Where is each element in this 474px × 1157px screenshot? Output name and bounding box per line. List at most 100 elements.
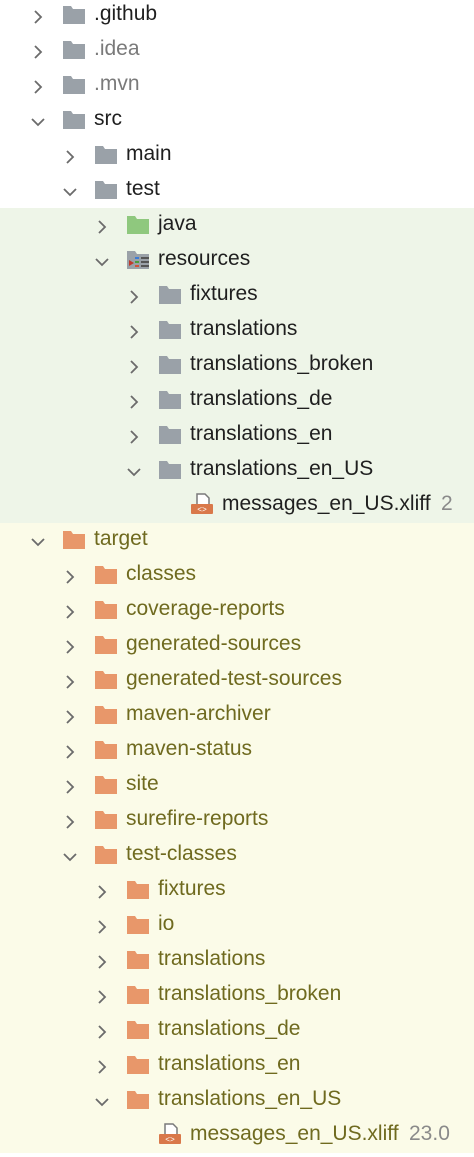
tree-folder-mvn[interactable]: .mvn xyxy=(0,68,474,103)
tree-folder-github[interactable]: .github xyxy=(0,0,474,33)
chevron-right-icon[interactable] xyxy=(126,322,142,339)
chevron-right-icon[interactable] xyxy=(62,812,78,829)
chevron-down-icon[interactable] xyxy=(126,462,142,478)
tree-folder-io[interactable]: io xyxy=(0,908,474,943)
chevron-right-icon[interactable] xyxy=(62,707,78,724)
excluded-folder-icon xyxy=(126,878,150,900)
chevron-right-icon[interactable] xyxy=(126,427,142,444)
tree-item-label: translations_en_US xyxy=(190,457,374,480)
tree-folder-generated-test-sources[interactable]: generated-test-sources xyxy=(0,663,474,698)
chevron-right-icon[interactable] xyxy=(62,637,78,654)
chevron-right-icon[interactable] xyxy=(62,742,78,759)
tree-folder-src[interactable]: src xyxy=(0,103,474,138)
tree-folder-target[interactable]: target xyxy=(0,523,474,558)
tree-folder-translations-de[interactable]: translations_de xyxy=(0,383,474,418)
test-source-folder-icon xyxy=(126,213,150,235)
tree-folder-coverage-reports[interactable]: coverage-reports xyxy=(0,593,474,628)
chevron-down-icon[interactable] xyxy=(30,532,46,548)
excluded-folder-icon xyxy=(126,983,150,1005)
tree-folder-translations-en-us[interactable]: translations_en_US xyxy=(0,453,474,488)
chevron-right-icon[interactable] xyxy=(30,42,46,59)
tree-folder-translations-en[interactable]: translations_en xyxy=(0,1048,474,1083)
excluded-folder-icon xyxy=(94,703,118,725)
chevron-right-icon[interactable] xyxy=(126,287,142,304)
tree-item-label: messages_en_US.xliff xyxy=(222,492,431,515)
tree-item-label: .idea xyxy=(94,37,140,60)
excluded-folder-icon xyxy=(126,1088,150,1110)
chevron-right-icon[interactable] xyxy=(94,917,110,934)
tree-folder-main[interactable]: main xyxy=(0,138,474,173)
tree-folder-test[interactable]: test xyxy=(0,173,474,208)
chevron-down-icon[interactable] xyxy=(62,182,78,198)
tree-folder-translations[interactable]: translations xyxy=(0,943,474,978)
folder-icon xyxy=(94,178,118,200)
tree-file-messages-en-us-xliff[interactable]: <> messages_en_US.xliff 23.0 xyxy=(0,1118,474,1153)
resources-folder-icon xyxy=(126,248,150,270)
tree-folder-maven-status[interactable]: maven-status xyxy=(0,733,474,768)
tree-item-label: translations_broken xyxy=(158,982,342,1005)
svg-text:<>: <> xyxy=(165,1136,175,1145)
chevron-right-icon[interactable] xyxy=(62,672,78,689)
tree-item-label: messages_en_US.xliff xyxy=(190,1122,399,1145)
chevron-right-icon[interactable] xyxy=(94,987,110,1004)
tree-folder-translations-en-us[interactable]: translations_en_US xyxy=(0,1083,474,1118)
tree-item-label: fixtures xyxy=(158,877,226,900)
chevron-right-icon[interactable] xyxy=(94,1022,110,1039)
tree-folder-java[interactable]: java xyxy=(0,208,474,243)
excluded-folder-icon xyxy=(126,1053,150,1075)
tree-folder-translations-broken[interactable]: translations_broken xyxy=(0,978,474,1013)
tree-folder-translations-broken[interactable]: translations_broken xyxy=(0,348,474,383)
file-info: 23.0 xyxy=(409,1122,450,1145)
tree-folder-translations-en[interactable]: translations_en xyxy=(0,418,474,453)
tree-item-label: generated-test-sources xyxy=(126,667,342,690)
folder-icon xyxy=(62,108,86,130)
folder-icon xyxy=(158,318,182,340)
tree-folder-maven-archiver[interactable]: maven-archiver xyxy=(0,698,474,733)
tree-item-label: translations_de xyxy=(158,1017,301,1040)
chevron-right-icon[interactable] xyxy=(126,357,142,374)
tree-item-label: io xyxy=(158,912,175,935)
chevron-down-icon[interactable] xyxy=(94,252,110,268)
tree-item-label: translations_de xyxy=(190,387,333,410)
svg-text:<>: <> xyxy=(197,506,207,515)
folder-icon xyxy=(94,143,118,165)
chevron-right-icon[interactable] xyxy=(62,777,78,794)
chevron-down-icon[interactable] xyxy=(94,1092,110,1108)
chevron-right-icon[interactable] xyxy=(94,882,110,899)
tree-item-label: site xyxy=(126,772,159,795)
chevron-down-icon[interactable] xyxy=(30,112,46,128)
tree-folder-translations-de[interactable]: translations_de xyxy=(0,1013,474,1048)
excluded-folder-icon xyxy=(94,668,118,690)
tree-folder-fixtures[interactable]: fixtures xyxy=(0,873,474,908)
tree-folder-test-classes[interactable]: test-classes xyxy=(0,838,474,873)
tree-file-messages-en-us-xliff[interactable]: <> messages_en_US.xliff 2 xyxy=(0,488,474,523)
tree-folder-fixtures[interactable]: fixtures xyxy=(0,278,474,313)
tree-item-label: maven-archiver xyxy=(126,702,271,725)
tree-folder-site[interactable]: site xyxy=(0,768,474,803)
excluded-folder-icon xyxy=(126,948,150,970)
tree-folder-idea[interactable]: .idea xyxy=(0,33,474,68)
chevron-right-icon[interactable] xyxy=(94,217,110,234)
xliff-file-icon: <> xyxy=(190,493,214,515)
chevron-right-icon[interactable] xyxy=(94,1057,110,1074)
chevron-right-icon[interactable] xyxy=(62,147,78,164)
chevron-right-icon[interactable] xyxy=(62,602,78,619)
excluded-folder-icon xyxy=(126,913,150,935)
tree-item-label: .mvn xyxy=(94,72,140,95)
chevron-right-icon[interactable] xyxy=(62,567,78,584)
chevron-right-icon[interactable] xyxy=(94,952,110,969)
tree-folder-generated-sources[interactable]: generated-sources xyxy=(0,628,474,663)
excluded-folder-icon xyxy=(126,1018,150,1040)
chevron-down-icon[interactable] xyxy=(62,847,78,863)
tree-folder-classes[interactable]: classes xyxy=(0,558,474,593)
tree-folder-translations[interactable]: translations xyxy=(0,313,474,348)
folder-icon xyxy=(62,73,86,95)
tree-folder-surefire-reports[interactable]: surefire-reports xyxy=(0,803,474,838)
tree-item-label: surefire-reports xyxy=(126,807,269,830)
chevron-right-icon[interactable] xyxy=(30,7,46,24)
chevron-right-icon[interactable] xyxy=(30,77,46,94)
tree-folder-resources[interactable]: resources xyxy=(0,243,474,278)
chevron-right-icon[interactable] xyxy=(126,392,142,409)
tree-item-label: translations_en xyxy=(158,1052,301,1075)
excluded-folder-icon xyxy=(94,773,118,795)
